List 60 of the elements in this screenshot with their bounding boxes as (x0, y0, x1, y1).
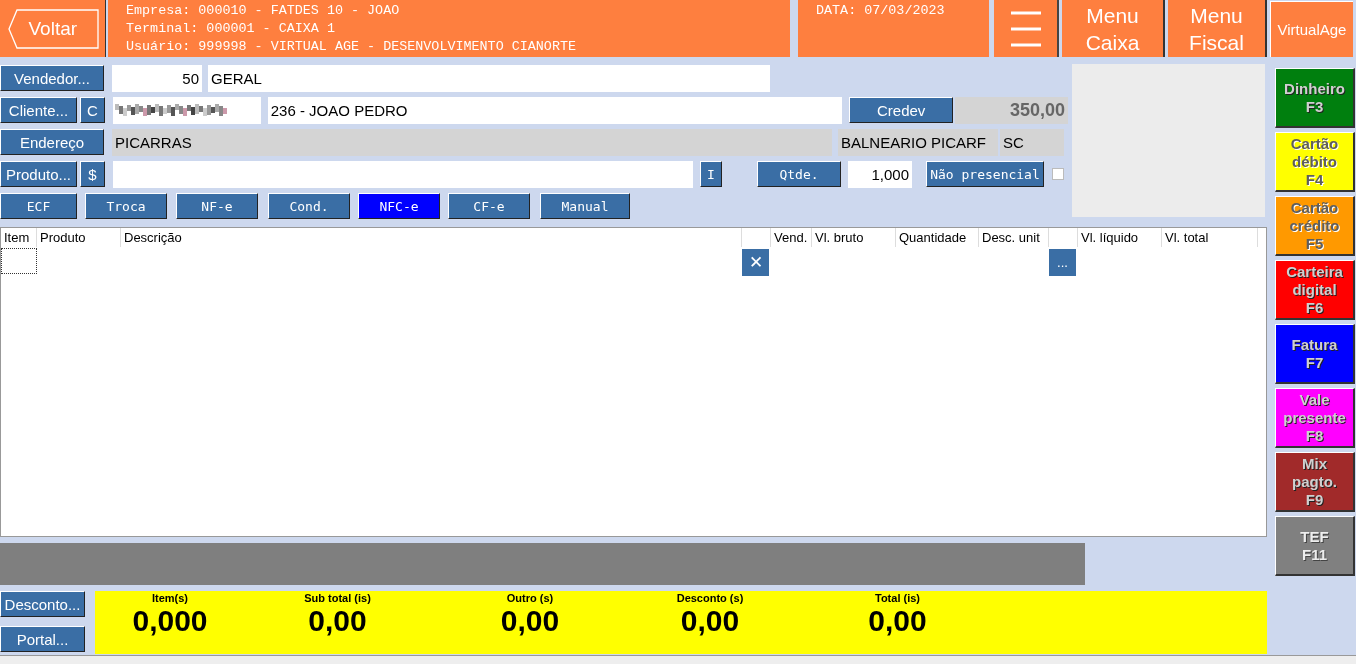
text-field[interactable]: 236 - JOAO PEDRO (267, 96, 843, 124)
total-value: 0,00 (308, 604, 367, 638)
mode-tab[interactable]: NF-e (176, 193, 258, 219)
address-field: PICARRAS (112, 128, 832, 156)
mode-tab[interactable]: CF-e (448, 193, 530, 219)
total-value: 0,00 (680, 604, 740, 638)
checkbox[interactable] (1052, 168, 1064, 180)
mode-tab[interactable]: NFC-e (358, 193, 440, 219)
payment-button[interactable]: Cartão crédito F5 (1275, 196, 1355, 256)
more-button[interactable]: ... (1049, 249, 1076, 276)
menu-button[interactable] (994, 0, 1059, 57)
form-button[interactable]: Não presencial (926, 161, 1044, 187)
table-cell[interactable] (1, 248, 37, 274)
total-label: Total (is) (875, 592, 920, 604)
form-button[interactable]: $ (80, 161, 105, 187)
total-value: 0,00 (500, 604, 560, 638)
mode-tab[interactable]: ECF (0, 193, 77, 219)
payment-button[interactable]: Cartão débito F4 (1275, 132, 1355, 192)
column-header: Quantidade (896, 228, 979, 247)
column-header: Descrição (121, 228, 742, 247)
text-field[interactable]: 50 (112, 64, 202, 92)
date-label: DATA: 07/03/2023 (798, 0, 989, 57)
delete-button[interactable]: ✕ (742, 249, 769, 276)
column-header: Vl. total (1162, 228, 1258, 247)
form-button[interactable]: Qtde. (757, 161, 841, 187)
text-field[interactable]: GERAL (208, 64, 770, 92)
payment-button[interactable]: Mix pagto. F9 (1275, 452, 1355, 512)
form-button[interactable]: Cliente... (0, 97, 77, 123)
payment-button[interactable]: Dinheiro F3 (1275, 68, 1355, 128)
column-header: Produto (37, 228, 121, 247)
balance-value: 350,00 (955, 96, 1068, 124)
total-value: 0,00 (868, 604, 927, 638)
form-button[interactable]: I (700, 161, 722, 187)
total-label: Item(s) (151, 592, 189, 604)
form-button[interactable]: Vendedor... (0, 65, 104, 91)
total-value: 0,000 (132, 604, 208, 638)
total-label: Desconto (s) (676, 592, 744, 604)
form-button[interactable]: Produto... (0, 161, 77, 187)
quantity-field[interactable]: 1,000 (848, 160, 912, 188)
total-label: Sub total (is) (304, 592, 371, 604)
form-button[interactable]: Credev (849, 97, 954, 123)
form-button[interactable]: Endereço (0, 129, 104, 155)
product-field[interactable] (113, 160, 693, 188)
column-header: Vend. (771, 228, 812, 247)
action-button[interactable]: Desconto... (0, 591, 85, 617)
column-header: Vl. bruto (812, 228, 896, 247)
mode-tab[interactable]: Troca (85, 193, 167, 219)
mode-tab[interactable]: Cond. (268, 193, 350, 219)
column-header: Item (1, 228, 37, 247)
column-header: Desc. unit (979, 228, 1049, 247)
payment-button[interactable]: Fatura F7 (1275, 324, 1355, 384)
menu-icon (1010, 9, 1041, 48)
total-label: Outro (s) (506, 592, 554, 604)
column-header: Vl. líquido (1078, 228, 1162, 247)
mode-tab[interactable]: Manual (540, 193, 630, 219)
action-button[interactable]: Portal... (0, 626, 85, 652)
state-field: SC (1000, 128, 1064, 156)
session-info: Empresa: 000010 - FATDES 10 - JOAO Terminal: 000001 - CAIXA 1 Usuário: 999998 - VIRTUAL AGE - DESENVOLVIMENTO CIANORTE (108, 0, 790, 57)
city-field: BALNEARIO PICARF (838, 128, 998, 156)
form-button[interactable]: C (79, 97, 105, 123)
